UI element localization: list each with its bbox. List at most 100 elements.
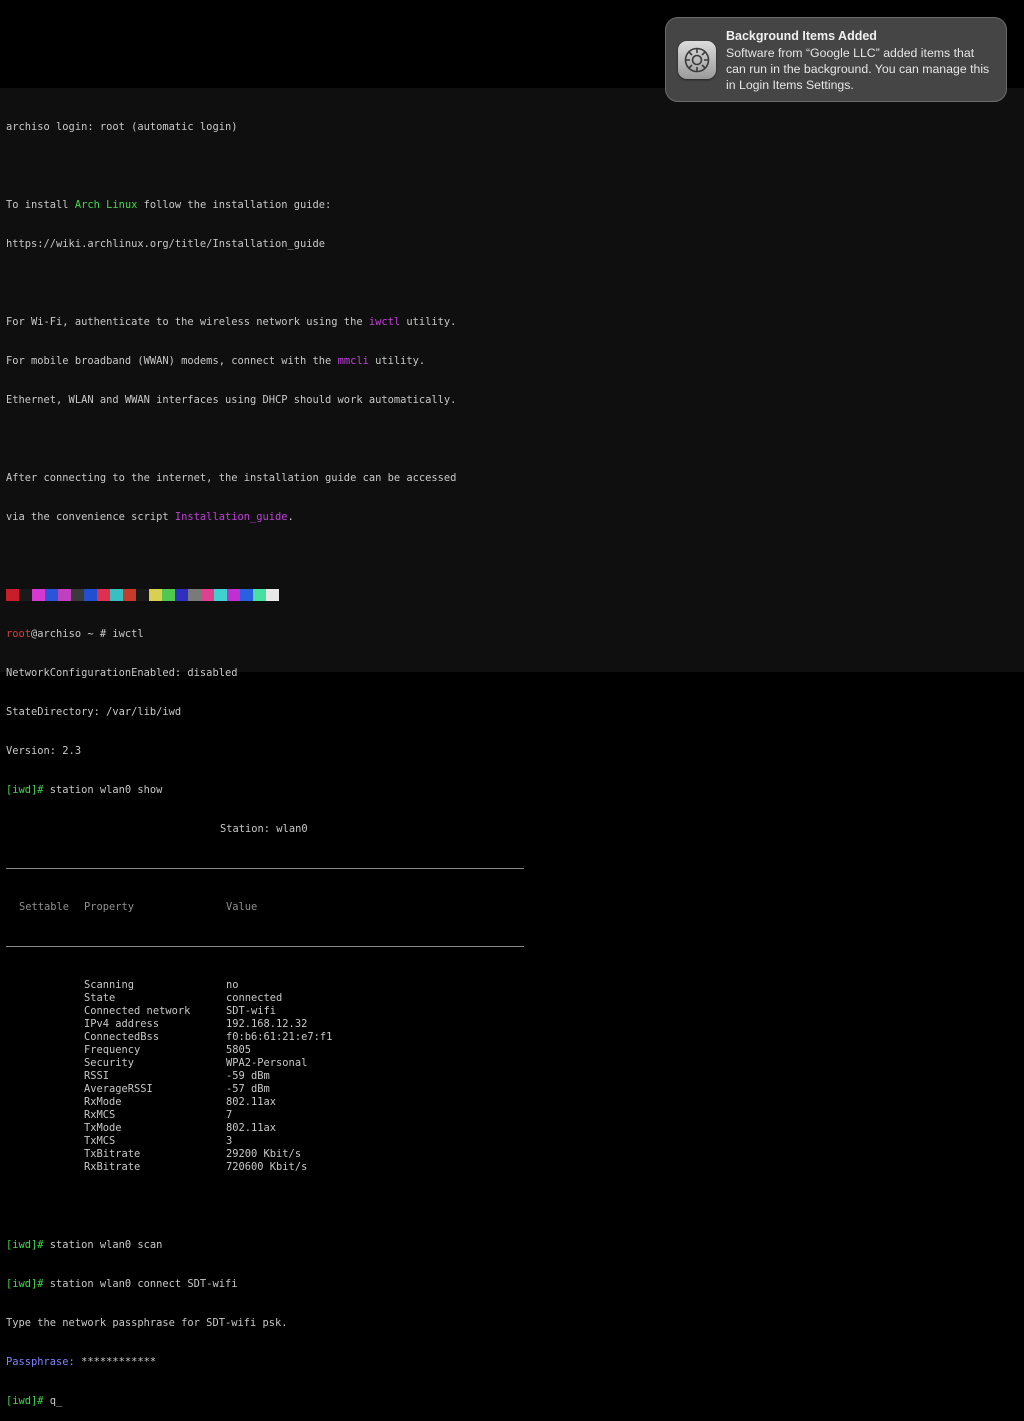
value-cell: f0:b6:61:21:e7:f1 [226, 1031, 333, 1043]
table-row: Connected network SDT-wifi [6, 1005, 546, 1018]
login-line: archiso login: root (automatic login) [6, 121, 238, 133]
current-prompt-line[interactable]: [iwd]# q_ [6, 1395, 546, 1408]
color-swatch [110, 589, 123, 601]
color-swatch [266, 589, 279, 601]
table-divider-bottom [6, 946, 524, 947]
color-swatch [253, 589, 266, 601]
passphrase-label: Passphrase: [6, 1356, 75, 1368]
passphrase-line: Passphrase: ************ [6, 1356, 157, 1368]
iwctl-highlight: iwctl [368, 316, 401, 328]
color-swatch [19, 589, 32, 601]
mobile-line: For mobile broadband (WWAN) modems, conn… [6, 355, 426, 367]
color-swatch [188, 589, 201, 601]
property-cell: State [84, 992, 116, 1004]
connect-command-line: [iwd]# station wlan0 connect SDT-wifi [6, 1278, 238, 1290]
install-line: To install Arch Linux follow the install… [6, 199, 332, 211]
table-row: State connected [6, 992, 546, 1005]
show-command-line: [iwd]# station wlan0 show [6, 784, 163, 796]
color-swatch [123, 589, 136, 601]
property-cell: RxMode [84, 1096, 122, 1108]
install-url: https://wiki.archlinux.org/title/Install… [6, 238, 326, 250]
property-cell: TxMCS [84, 1135, 116, 1147]
property-cell: Scanning [84, 979, 135, 991]
value-cell: 802.11ax [226, 1096, 277, 1108]
color-test-bar [6, 589, 546, 602]
after-line: After connecting to the internet, the in… [6, 472, 457, 484]
table-row: Security WPA2-Personal [6, 1057, 546, 1070]
version-line: Version: 2.3 [6, 745, 82, 757]
wifi-line: For Wi-Fi, authenticate to the wireless … [6, 316, 457, 328]
value-cell: no [226, 979, 239, 991]
table-row: RxBitrate 720600 Kbit/s [6, 1161, 546, 1174]
table-divider-top [6, 868, 524, 869]
property-cell: Connected network [84, 1005, 191, 1017]
table-row: TxMode 802.11ax [6, 1122, 546, 1135]
property-cell: TxBitrate [84, 1148, 141, 1160]
station-title: Station: wlan0 [220, 823, 308, 835]
terminal-output[interactable]: archiso login: root (automatic login) To… [6, 95, 546, 1421]
property-cell: Security [84, 1057, 135, 1069]
arch-linux-highlight: Arch Linux [74, 199, 138, 211]
color-swatch [162, 589, 175, 601]
color-swatch [97, 589, 110, 601]
value-cell: -59 dBm [226, 1070, 270, 1082]
value-cell: 7 [226, 1109, 233, 1121]
notification-title: Background Items Added [726, 29, 877, 43]
command-input[interactable]: q_ [50, 1395, 63, 1407]
station-table: Scanning no State connected Connected networ… [6, 979, 546, 1174]
statedir-line: StateDirectory: /var/lib/iwd [6, 706, 182, 718]
table-row: AverageRSSI -57 dBm [6, 1083, 546, 1096]
property-cell: TxMode [84, 1122, 122, 1134]
value-cell: 802.11ax [226, 1122, 277, 1134]
table-row: IPv4 address 192.168.12.32 [6, 1018, 546, 1031]
color-swatch [227, 589, 240, 601]
passphrase-instruction: Type the network passphrase for SDT-wifi… [6, 1317, 288, 1329]
color-swatch [201, 589, 214, 601]
color-swatch [6, 589, 19, 601]
table-row: TxMCS 3 [6, 1135, 546, 1148]
color-swatch [84, 589, 97, 601]
shell-prompt-line: root@archiso ~ # iwctl [6, 628, 144, 640]
table-row: Frequency 5805 [6, 1044, 546, 1057]
notification-banner[interactable]: Background Items Added Software from “Go… [665, 17, 1007, 102]
color-swatch [71, 589, 84, 601]
table-row: RxMCS 7 [6, 1109, 546, 1122]
property-cell: RxMCS [84, 1109, 116, 1121]
table-row: Scanning no [6, 979, 546, 992]
color-swatch [32, 589, 45, 601]
ethernet-line: Ethernet, WLAN and WWAN interfaces using… [6, 394, 457, 406]
property-cell: RSSI [84, 1070, 110, 1082]
table-row: ConnectedBss f0:b6:61:21:e7:f1 [6, 1031, 546, 1044]
color-swatch [58, 589, 71, 601]
property-cell: ConnectedBss [84, 1031, 160, 1043]
color-swatch [149, 589, 162, 601]
value-cell: 3 [226, 1135, 233, 1147]
scan-command-line: [iwd]# station wlan0 scan [6, 1239, 163, 1251]
property-cell: Frequency [84, 1044, 141, 1056]
value-cell: SDT-wifi [226, 1005, 277, 1017]
value-cell: WPA2-Personal [226, 1057, 308, 1069]
value-cell: -57 dBm [226, 1083, 270, 1095]
table-row: RSSI -59 dBm [6, 1070, 546, 1083]
table-row: TxBitrate 29200 Kbit/s [6, 1148, 546, 1161]
color-swatch [240, 589, 253, 601]
convenience-line: via the convenience script Installation_… [6, 511, 294, 523]
script-highlight: Installation_guide [174, 511, 288, 523]
gear-icon [678, 41, 716, 79]
property-cell: RxBitrate [84, 1161, 141, 1173]
property-cell: AverageRSSI [84, 1083, 153, 1095]
color-swatch [175, 589, 188, 601]
notification-body: Software from “Google LLC” added items t… [726, 46, 990, 92]
table-header: Settable Property Value [19, 901, 258, 913]
value-cell: 720600 Kbit/s [226, 1161, 308, 1173]
netcfg-line: NetworkConfigurationEnabled: disabled [6, 667, 238, 679]
value-cell: connected [226, 992, 283, 1004]
table-row: RxMode 802.11ax [6, 1096, 546, 1109]
property-cell: IPv4 address [84, 1018, 160, 1030]
color-swatch [214, 589, 227, 601]
color-swatch [136, 589, 149, 601]
prompt-user: root [6, 628, 32, 640]
value-cell: 192.168.12.32 [226, 1018, 308, 1030]
color-swatch [45, 589, 58, 601]
value-cell: 5805 [226, 1044, 252, 1056]
